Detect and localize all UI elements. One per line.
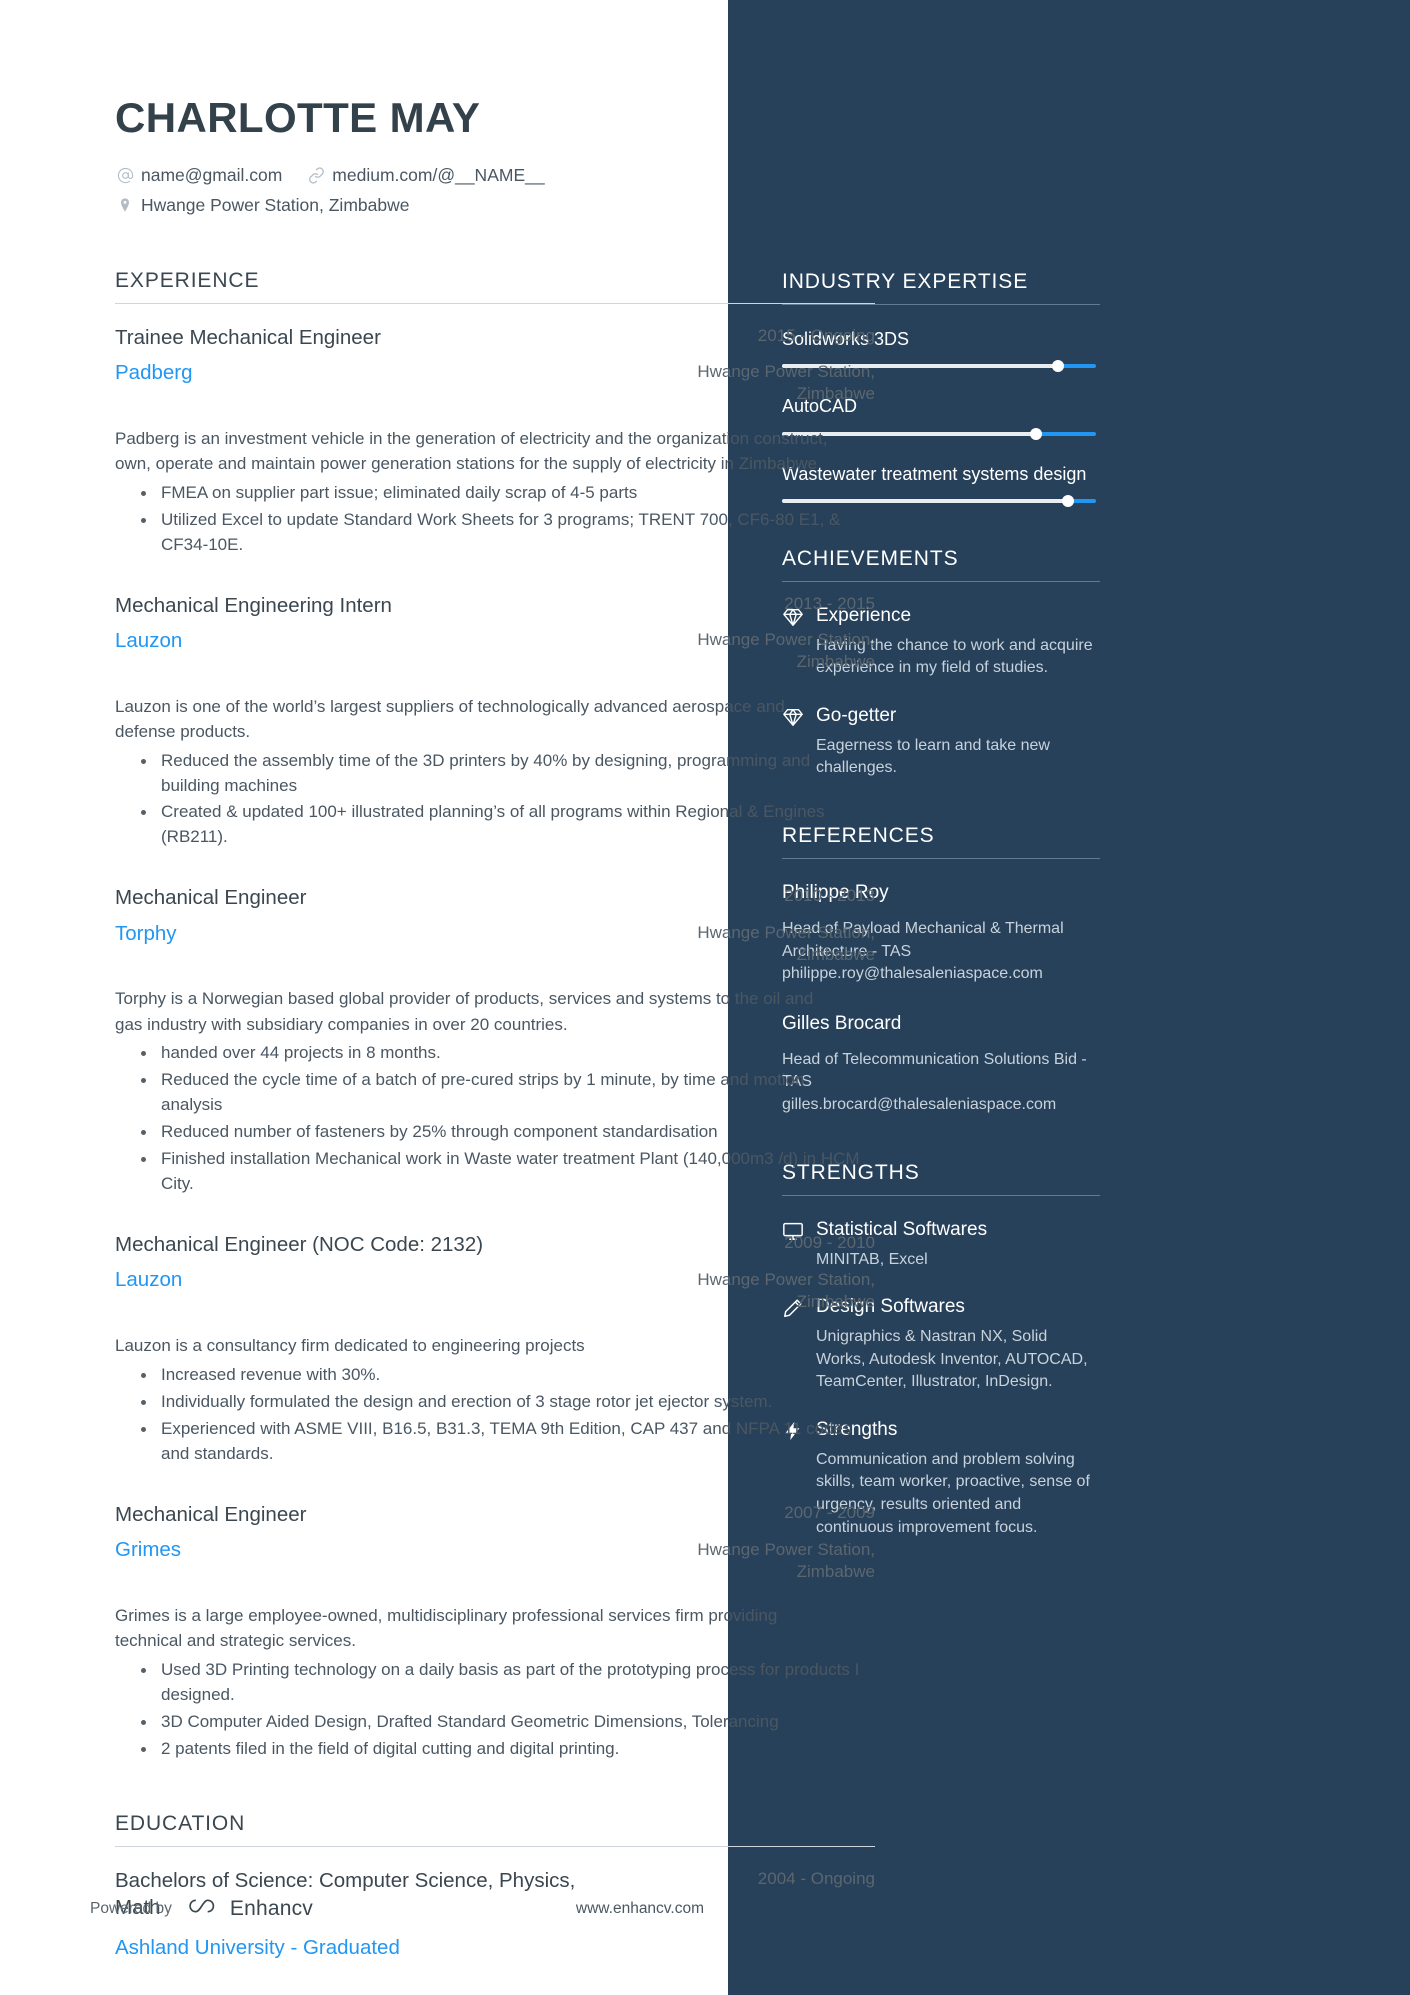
- job-title: Mechanical Engineering Intern: [115, 593, 392, 617]
- job-bullet-list: Used 3D Printing technology on a daily b…: [115, 1658, 861, 1762]
- job-description: Lauzon is a consultancy firm dedicated t…: [115, 1336, 585, 1356]
- experience-entry: Trainee Mechanical Engineer Padberg 2015 -…: [115, 324, 875, 558]
- experience-bullet: Reduced the cycle time of a batch of pre…: [141, 1068, 861, 1118]
- job-location: Hwange Power Station, Zimbabwe: [697, 923, 875, 965]
- job-bullet-list: handed over 44 projects in 8 months. Redu…: [115, 1041, 861, 1197]
- contact-website-text: medium.com/@__NAME__: [332, 165, 545, 186]
- job-title: Mechanical Engineer: [115, 1502, 307, 1526]
- company-name[interactable]: Grimes: [115, 1535, 625, 1566]
- enhancv-wordmark: Enhancv: [229, 1896, 313, 1920]
- section-title-education: EDUCATION: [115, 1811, 246, 1835]
- experience-bullet: handed over 44 projects in 8 months.: [141, 1041, 861, 1066]
- company-name[interactable]: Lauzon: [115, 1265, 625, 1296]
- skill-bar-knob[interactable]: [1030, 427, 1043, 440]
- job-location: Hwange Power Station, Zimbabwe: [697, 1270, 875, 1312]
- at-icon: [115, 165, 135, 185]
- experience-entry: Mechanical Engineer Grimes 2007 - 2009 Hwan…: [115, 1501, 875, 1762]
- job-date: 2009 - 2010: [784, 1233, 875, 1253]
- experience-bullet: 3D Computer Aided Design, Drafted Standa…: [141, 1710, 861, 1735]
- powered-by-block: Powered by Enhancv: [90, 1896, 313, 1921]
- contact-location: Hwange Power Station, Zimbabwe: [115, 192, 409, 218]
- skill-bar-knob[interactable]: [1061, 494, 1074, 507]
- job-date: 2015 - Ongoing: [757, 325, 875, 345]
- job-location: Hwange Power Station, Zimbabwe: [697, 630, 875, 672]
- job-location: Hwange Power Station, Zimbabwe: [697, 362, 875, 404]
- job-date: 2007 - 2009: [784, 1502, 875, 1522]
- experience-bullet: Experienced with ASME VIII, B16.5, B31.3…: [141, 1417, 861, 1467]
- company-name[interactable]: Torphy: [115, 919, 625, 950]
- job-date: 2010 - 2013: [784, 886, 875, 906]
- experience-bullet: Reduced number of fasteners by 25% throu…: [141, 1120, 861, 1145]
- job-bullet-list: Reduced the assembly time of the 3D prin…: [115, 749, 861, 851]
- job-description: Torphy is a Norwegian based global provi…: [115, 989, 814, 1034]
- job-description: Lauzon is one of the world’s largest sup…: [115, 696, 785, 742]
- contact-email-text: name@gmail.com: [141, 165, 283, 186]
- contact-row-location: Hwange Power Station, Zimbabwe: [115, 192, 875, 218]
- job-location: Hwange Power Station, Zimbabwe: [697, 1539, 875, 1581]
- contact-location-text: Hwange Power Station, Zimbabwe: [141, 195, 410, 216]
- job-date: 2013 - 2015: [784, 593, 875, 613]
- footer-website: www.enhancv.com: [575, 1899, 704, 1917]
- main-column: CHARLOTTE MAY name@gmail.com medium.com/…: [0, 0, 875, 1995]
- section-education: EDUCATION Bachelors of Science: Computer…: [115, 1812, 875, 1960]
- section-title-experience: EXPERIENCE: [115, 268, 260, 292]
- job-title: Mechanical Engineer: [115, 886, 307, 910]
- section-divider: [115, 1845, 875, 1847]
- experience-bullet: Reduced the assembly time of the 3D prin…: [141, 749, 861, 799]
- contact-email[interactable]: name@gmail.com: [115, 162, 282, 188]
- experience-bullet: 2 patents filed in the field of digital …: [141, 1737, 861, 1762]
- experience-bullet: Utilized Excel to update Standard Work S…: [141, 508, 861, 558]
- section-divider: [115, 302, 875, 304]
- experience-bullet: FMEA on supplier part issue; eliminated …: [141, 481, 861, 506]
- company-name[interactable]: Padberg: [115, 358, 625, 389]
- location-pin-icon: [115, 195, 135, 215]
- section-experience: EXPERIENCE Trainee Mechanical Engineer Pa…: [115, 269, 875, 1762]
- education-date: 2004 - Ongoing: [757, 1868, 875, 1888]
- job-title: Mechanical Engineer (NOC Code: 2132): [115, 1233, 484, 1257]
- company-name[interactable]: Lauzon: [115, 626, 625, 657]
- job-title: Trainee Mechanical Engineer: [115, 325, 381, 349]
- job-bullet-list: FMEA on supplier part issue; eliminated …: [115, 481, 861, 558]
- link-icon: [306, 165, 326, 185]
- experience-entry: Mechanical Engineering Intern Lauzon 2013 …: [115, 592, 875, 851]
- experience-bullet: Increased revenue with 30%.: [141, 1363, 861, 1388]
- page-title: CHARLOTTE MAY: [115, 94, 481, 141]
- contact-row-primary: name@gmail.com medium.com/@__NAME__: [115, 162, 875, 188]
- contact-website[interactable]: medium.com/@__NAME__: [306, 162, 545, 188]
- infinity-icon: [186, 1896, 222, 1921]
- experience-bullet: Used 3D Printing technology on a daily b…: [141, 1658, 861, 1708]
- experience-bullet: Created & updated 100+ illustrated plann…: [141, 800, 861, 850]
- experience-entry: Mechanical Engineer Torphy 2010 - 2013 Hwan…: [115, 884, 875, 1197]
- skill-bar-knob[interactable]: [1052, 360, 1065, 373]
- experience-bullet: Finished installation Mechanical work in…: [141, 1147, 861, 1197]
- resume-page: INDUSTRY EXPERTISE Solidworks 3DS AutoCAD…: [0, 0, 1410, 1995]
- school-name[interactable]: Ashland University - Graduated: [115, 1936, 625, 1960]
- enhancv-logo: Enhancv: [186, 1896, 313, 1921]
- job-description: Grimes is a large employee-owned, multid…: [115, 1605, 778, 1651]
- job-description: Padberg is an investment vehicle in the …: [115, 428, 828, 474]
- footer: Powered by Enhancv www.enhancv.com: [90, 1896, 704, 1921]
- experience-bullet: Individually formulated the design and e…: [141, 1390, 861, 1415]
- experience-entry: Mechanical Engineer (NOC Code: 2132) Lauz…: [115, 1231, 875, 1466]
- job-bullet-list: Increased revenue with 30%. Individually …: [115, 1363, 861, 1467]
- powered-by-label: Powered by: [90, 1899, 172, 1917]
